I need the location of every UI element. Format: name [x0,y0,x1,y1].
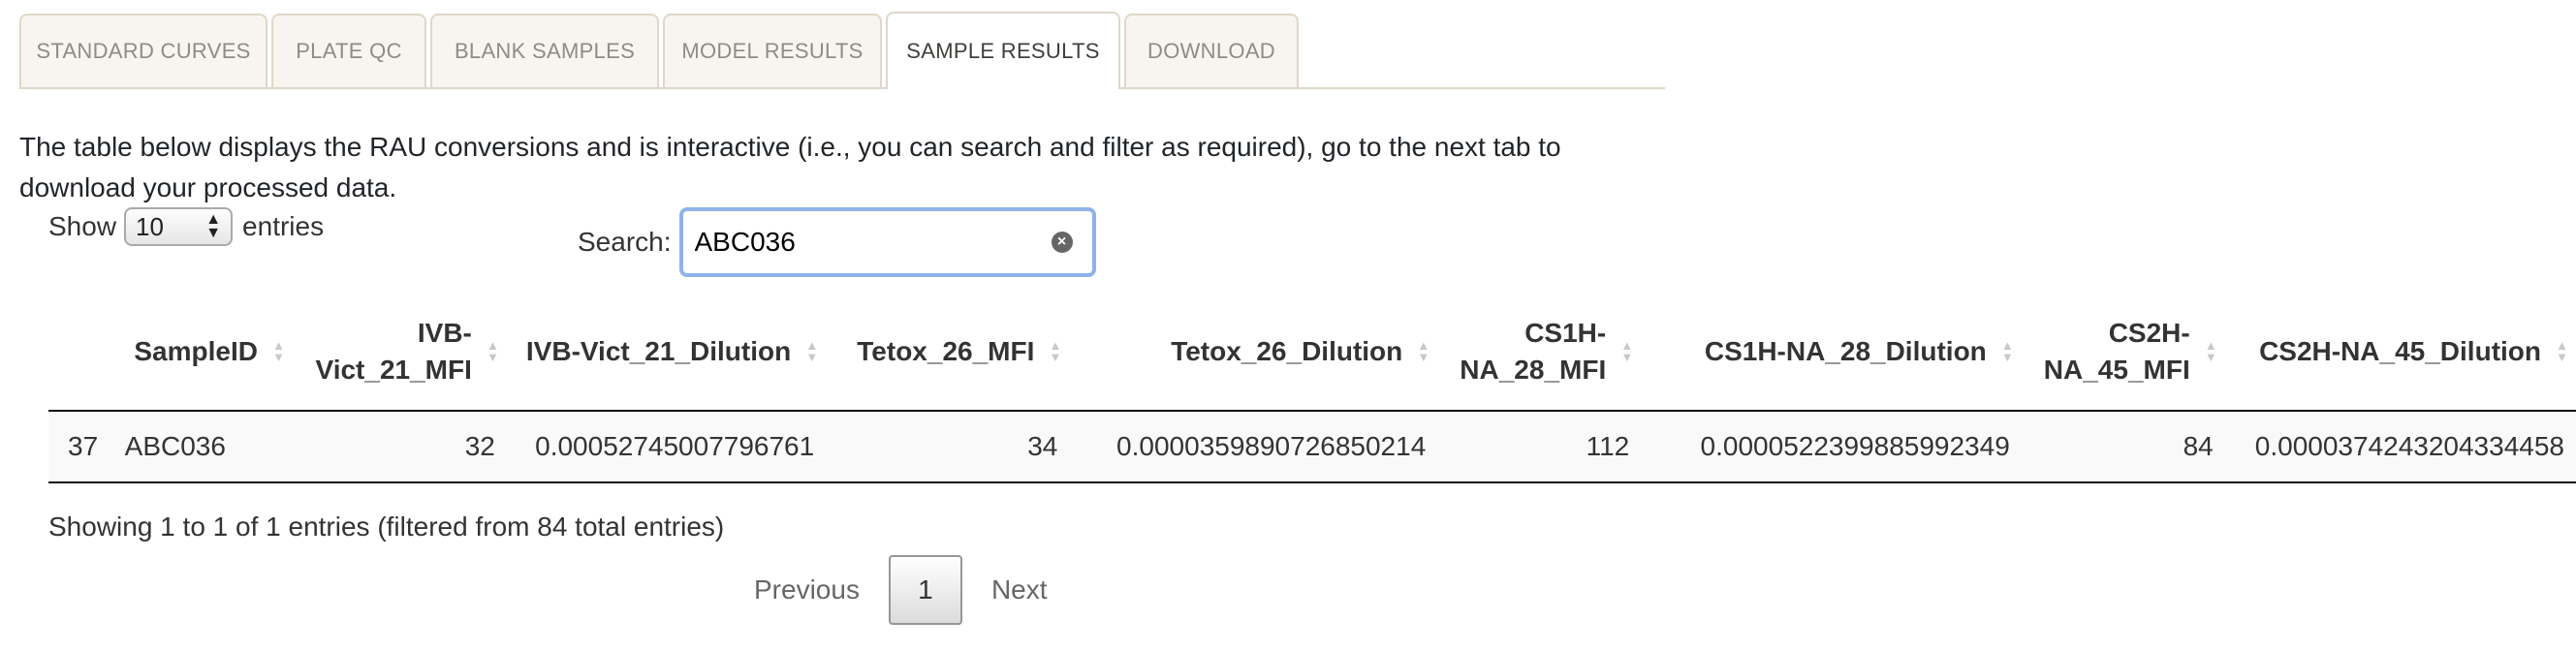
entries-label: entries [242,211,325,241]
sort-icon: ▲ ▼ [2204,337,2217,364]
show-label: Show [48,211,117,241]
col-header-cs2h-mfi[interactable]: CS2H-NA_45_MFI ▲ ▼ [2021,293,2225,412]
tab-sample-results[interactable]: SAMPLE RESULTS [886,12,1120,89]
cell-cs1h-mfi: 112 [1437,411,1642,483]
sort-icon: ▲ ▼ [272,337,285,364]
results-table: SampleID ▲ ▼ IVB-Vict_21_MFI ▲ ▼ IVB-Vict_21… [48,293,2576,483]
col-header-cs1h-mfi[interactable]: CS1H-NA_28_MFI ▲ ▼ [1437,293,1642,412]
cell-cs2h-mfi: 84 [2021,411,2225,483]
col-header-cs1h-dilution[interactable]: CS1H-NA_28_Dilution ▲ ▼ [1641,293,2022,412]
cell-cs2h-dilution: 0.0000374243204334458 [2224,411,2576,483]
table-header-row: SampleID ▲ ▼ IVB-Vict_21_MFI ▲ ▼ IVB-Vict_21… [48,293,2576,412]
tab-download[interactable]: DOWNLOAD [1124,14,1299,87]
search-control: Search: × [578,207,1096,277]
table-row[interactable]: 37 ABC036 32 0.00052745007796761 34 0.00… [48,411,2576,483]
tab-plate-qc[interactable]: PLATE QC [271,14,426,87]
cell-ivb-mfi: 32 [292,411,507,483]
entries-select[interactable]: 10 ▲ ▼ [124,207,234,246]
page-button-current[interactable]: 1 [888,555,962,625]
next-button[interactable]: Next [974,554,1065,626]
search-box[interactable]: × [678,207,1096,277]
cell-cs1h-dilution: 0.0000522399885992349 [1641,411,2022,483]
col-header-tetox-mfi[interactable]: Tetox_26_MFI ▲ ▼ [826,293,1070,412]
entries-length-control: Show 10 ▲ ▼ entries [48,207,324,246]
col-header-ivb-mfi[interactable]: IVB-Vict_21_MFI ▲ ▼ [292,293,507,412]
previous-button[interactable]: Previous [737,554,877,626]
tab-blank-samples[interactable]: BLANK SAMPLES [430,14,659,87]
pagination: Previous 1 Next [737,554,1065,626]
search-label: Search: [578,227,672,257]
tab-standard-curves[interactable]: STANDARD CURVES [19,14,267,87]
intro-text: The table below displays the RAU convers… [19,132,1561,202]
table-info: Showing 1 to 1 of 1 entries (filtered fr… [48,512,725,542]
col-header-ivb-dilution[interactable]: IVB-Vict_21_Dilution ▲ ▼ [506,293,827,412]
sort-icon: ▲ ▼ [2556,337,2568,364]
select-arrows-icon: ▲ ▼ [205,211,222,241]
col-header-sampleid[interactable]: SampleID ▲ ▼ [112,293,293,412]
search-input[interactable] [692,226,1052,259]
tab-bar: STANDARD CURVES PLATE QC BLANK SAMPLES M… [19,12,1665,89]
cell-tetox-mfi: 34 [826,411,1070,483]
col-header-index [48,293,113,412]
sort-icon: ▲ ▼ [1620,337,1634,364]
col-header-tetox-dilution[interactable]: Tetox_26_Dilution ▲ ▼ [1069,293,1438,412]
cell-ivb-dilution: 0.00052745007796761 [506,411,827,483]
sort-icon: ▲ ▼ [2000,337,2014,364]
sort-icon: ▲ ▼ [1049,337,1062,364]
clear-search-icon[interactable]: × [1051,232,1073,253]
entries-select-value: 10 [136,211,164,241]
col-header-cs2h-dilution[interactable]: CS2H-NA_45_Dilution ▲ ▼ [2224,293,2576,412]
sort-icon: ▲ ▼ [805,337,819,364]
sort-icon: ▲ ▼ [1417,337,1430,364]
sort-icon: ▲ ▼ [487,337,499,364]
tab-model-results[interactable]: MODEL RESULTS [663,14,882,87]
cell-tetox-dilution: 0.0000359890726850214 [1069,411,1438,483]
cell-index: 37 [48,411,113,483]
cell-sampleid: ABC036 [112,411,293,483]
